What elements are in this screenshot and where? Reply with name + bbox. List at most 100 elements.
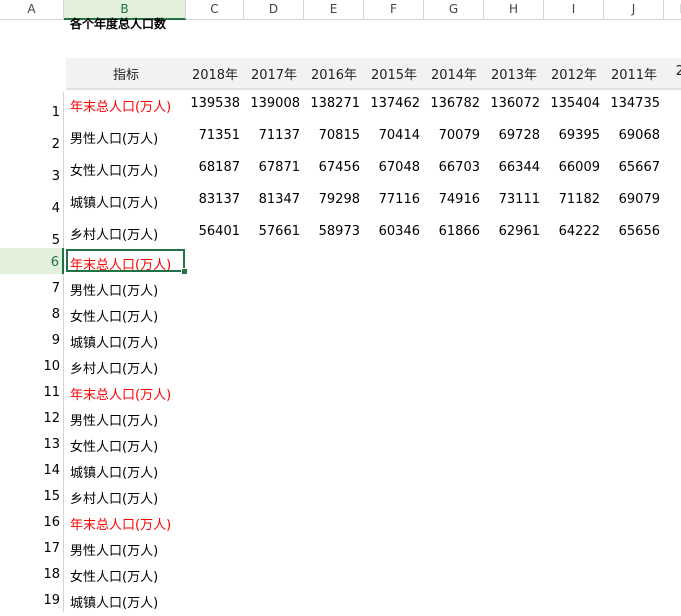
row-header-9[interactable]: 9 bbox=[0, 326, 64, 352]
year-header-3[interactable]: 2015年 bbox=[364, 64, 424, 83]
value-cell[interactable]: 79298 bbox=[304, 192, 360, 207]
row-label[interactable]: 乡村人口(万人) bbox=[70, 358, 158, 377]
row-header-19[interactable]: 19 bbox=[0, 586, 64, 612]
value-cell[interactable]: 69068 bbox=[604, 128, 660, 143]
value-cell[interactable]: 137462 bbox=[364, 96, 420, 111]
value-cell[interactable]: 70414 bbox=[364, 128, 420, 143]
row-header-3[interactable]: 3 bbox=[0, 156, 64, 188]
row-label[interactable]: 女性人口(万人) bbox=[70, 306, 158, 325]
row-header-15[interactable]: 15 bbox=[0, 482, 64, 508]
value-cell[interactable]: 70815 bbox=[304, 128, 360, 143]
column-header-f[interactable]: F bbox=[364, 0, 424, 20]
row-header-12[interactable]: 12 bbox=[0, 404, 64, 430]
value-cell[interactable]: 136072 bbox=[484, 96, 540, 111]
row-label[interactable]: 城镇人口(万人) bbox=[70, 592, 158, 611]
value-cell[interactable]: 74916 bbox=[424, 192, 480, 207]
value-cell[interactable]: 135404 bbox=[544, 96, 600, 111]
value-cell[interactable]: 67456 bbox=[304, 160, 360, 175]
fill-handle[interactable] bbox=[181, 268, 188, 275]
row-label[interactable]: 男性人口(万人) bbox=[70, 410, 158, 429]
value-cell[interactable]: 62961 bbox=[484, 224, 540, 239]
column-header-g[interactable]: G bbox=[424, 0, 484, 20]
row-header-7[interactable]: 7 bbox=[0, 274, 64, 300]
value-cell[interactable]: 58973 bbox=[304, 224, 360, 239]
row-header-1[interactable]: 1 bbox=[0, 92, 64, 124]
row-label[interactable]: 女性人口(万人) bbox=[70, 160, 158, 179]
row-label[interactable]: 年末总人口(万人) bbox=[70, 96, 171, 115]
value-cell[interactable]: 69395 bbox=[544, 128, 600, 143]
column-header-k[interactable]: K bbox=[664, 0, 681, 20]
year-header-5[interactable]: 2013年 bbox=[484, 64, 544, 83]
value-cell[interactable]: 69728 bbox=[484, 128, 540, 143]
column-header-h[interactable]: H bbox=[484, 0, 544, 20]
row-header-13[interactable]: 13 bbox=[0, 430, 64, 456]
row-header-6[interactable]: 6 bbox=[0, 248, 64, 274]
row-label[interactable]: 乡村人口(万人) bbox=[70, 224, 158, 243]
year-header-7[interactable]: 2011年 bbox=[604, 64, 664, 83]
row-header-10[interactable]: 10 bbox=[0, 352, 64, 378]
value-cell[interactable]: 71137 bbox=[244, 128, 300, 143]
year-header-1[interactable]: 2017年 bbox=[244, 64, 304, 83]
value-cell[interactable]: 77116 bbox=[364, 192, 420, 207]
value-cell[interactable]: 138271 bbox=[304, 96, 360, 111]
year-header-0[interactable]: 2018年 bbox=[186, 64, 244, 83]
value-cell[interactable]: 134735 bbox=[604, 96, 660, 111]
row-header-8[interactable]: 8 bbox=[0, 300, 64, 326]
column-header-d[interactable]: D bbox=[244, 0, 304, 20]
column-header-c[interactable]: C bbox=[186, 0, 244, 20]
value-cell[interactable]: 56401 bbox=[186, 224, 240, 239]
row-label[interactable]: 男性人口(万人) bbox=[70, 280, 158, 299]
value-cell[interactable]: 64222 bbox=[544, 224, 600, 239]
column-header-i[interactable]: I bbox=[544, 0, 604, 20]
value-cell[interactable]: 81347 bbox=[244, 192, 300, 207]
value-cell[interactable]: 68187 bbox=[186, 160, 240, 175]
value-cell[interactable]: 60346 bbox=[364, 224, 420, 239]
value-cell[interactable]: 65667 bbox=[604, 160, 660, 175]
active-cell-border bbox=[66, 249, 185, 272]
value-cell[interactable]: 67048 bbox=[364, 160, 420, 175]
year-header-2[interactable]: 2016年 bbox=[304, 64, 364, 83]
row-label[interactable]: 城镇人口(万人) bbox=[70, 192, 158, 211]
header-label[interactable]: 指标 bbox=[66, 64, 186, 83]
value-cell[interactable]: 66344 bbox=[484, 160, 540, 175]
row-header-16[interactable]: 16 bbox=[0, 508, 64, 534]
row-label[interactable]: 城镇人口(万人) bbox=[70, 332, 158, 351]
year-header-6[interactable]: 2012年 bbox=[544, 64, 604, 83]
value-cell[interactable]: 73111 bbox=[484, 192, 540, 207]
column-header-e[interactable]: E bbox=[304, 0, 364, 20]
value-cell[interactable]: 136782 bbox=[424, 96, 480, 111]
value-cell[interactable]: 70079 bbox=[424, 128, 480, 143]
row-header-17[interactable]: 17 bbox=[0, 534, 64, 560]
value-cell[interactable]: 83137 bbox=[186, 192, 240, 207]
row-label[interactable]: 女性人口(万人) bbox=[70, 566, 158, 585]
row-label[interactable]: 年末总人口(万人) bbox=[70, 384, 171, 403]
column-header-a[interactable]: A bbox=[0, 0, 64, 20]
year-header-4[interactable]: 2014年 bbox=[424, 64, 484, 83]
row-label[interactable]: 男性人口(万人) bbox=[70, 540, 158, 559]
value-cell[interactable]: 57661 bbox=[244, 224, 300, 239]
row-label[interactable]: 女性人口(万人) bbox=[70, 436, 158, 455]
row-header-18[interactable]: 18 bbox=[0, 560, 64, 586]
row-header-2[interactable]: 2 bbox=[0, 124, 64, 156]
value-cell[interactable]: 71351 bbox=[186, 128, 240, 143]
row-header-11[interactable]: 11 bbox=[0, 378, 64, 404]
value-cell[interactable]: 66009 bbox=[544, 160, 600, 175]
value-cell[interactable]: 66703 bbox=[424, 160, 480, 175]
year-header-8[interactable]: 20 bbox=[664, 64, 681, 79]
value-cell[interactable]: 69079 bbox=[604, 192, 660, 207]
value-cell[interactable]: 1 bbox=[664, 96, 681, 111]
value-cell[interactable]: 139538 bbox=[186, 96, 240, 111]
row-label[interactable]: 年末总人口(万人) bbox=[70, 514, 171, 533]
value-cell[interactable]: 139008 bbox=[244, 96, 300, 111]
row-label[interactable]: 男性人口(万人) bbox=[70, 128, 158, 147]
value-cell[interactable]: 61866 bbox=[424, 224, 480, 239]
sheet-title[interactable]: 各个年度总人口数 bbox=[70, 15, 166, 32]
value-cell[interactable]: 65656 bbox=[604, 224, 660, 239]
row-header-4[interactable]: 4 bbox=[0, 188, 64, 220]
row-header-14[interactable]: 14 bbox=[0, 456, 64, 482]
value-cell[interactable]: 71182 bbox=[544, 192, 600, 207]
value-cell[interactable]: 67871 bbox=[244, 160, 300, 175]
column-header-j[interactable]: J bbox=[604, 0, 664, 20]
row-label[interactable]: 城镇人口(万人) bbox=[70, 462, 158, 481]
row-label[interactable]: 乡村人口(万人) bbox=[70, 488, 158, 507]
